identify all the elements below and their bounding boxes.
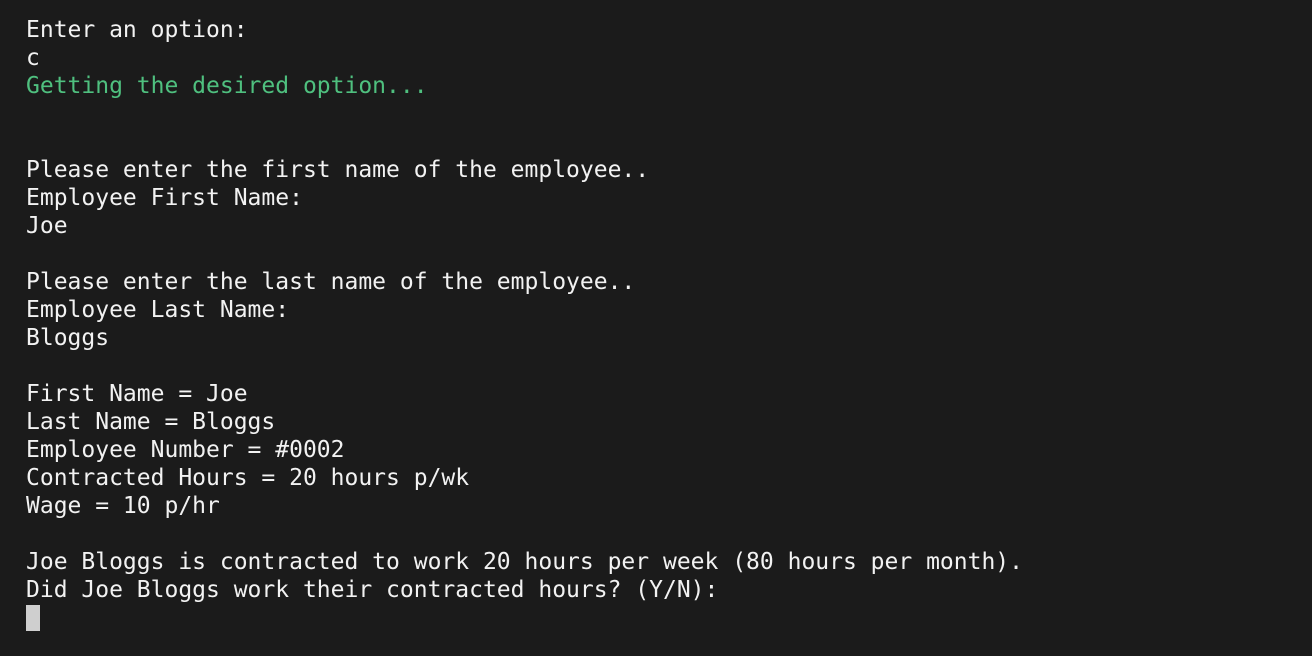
first-name-prompt: Employee First Name: [26, 185, 303, 211]
first-name-input-echo: Joe [26, 213, 68, 239]
summary-last-name: Last Name = Bloggs [26, 409, 276, 435]
input-line[interactable] [26, 604, 1312, 632]
contract-info: Joe Bloggs is contracted to work 20 hour… [26, 549, 1023, 575]
last-name-prompt: Employee Last Name: [26, 297, 290, 323]
hours-question-prompt: Did Joe Bloggs work their contracted hou… [26, 577, 719, 603]
text-cursor [26, 605, 40, 631]
status-message: Getting the desired option... [26, 73, 428, 99]
first-name-instruction: Please enter the first name of the emplo… [26, 157, 650, 183]
last-name-instruction: Please enter the last name of the employ… [26, 269, 636, 295]
summary-contracted-hours: Contracted Hours = 20 hours p/wk [26, 465, 470, 491]
terminal-window[interactable]: Enter an option: c Getting the desired o… [0, 0, 1312, 656]
summary-first-name: First Name = Joe [26, 381, 248, 407]
summary-wage: Wage = 10 p/hr [26, 493, 220, 519]
menu-prompt: Enter an option: [26, 17, 248, 43]
option-input-echo: c [26, 45, 40, 71]
summary-employee-number: Employee Number = #0002 [26, 437, 345, 463]
last-name-input-echo: Bloggs [26, 325, 110, 351]
